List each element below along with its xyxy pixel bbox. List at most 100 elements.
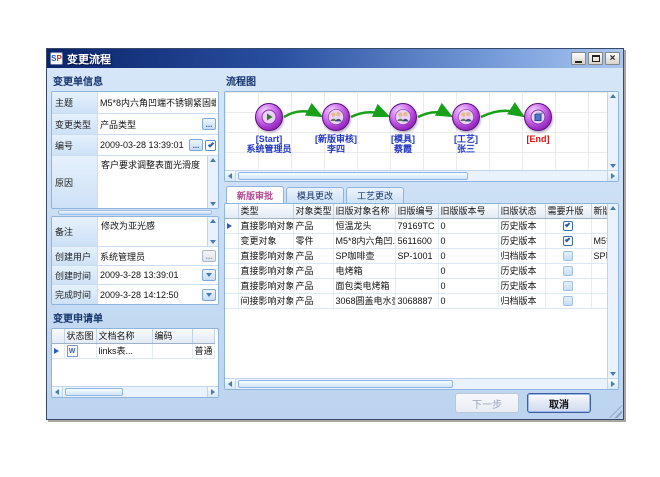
change-type-input[interactable]: 产品类型 xyxy=(100,118,200,131)
cell-old_status: 历史版本 xyxy=(498,218,545,233)
change-info-form-bottom: 备注 修改为亚光感 创建用户 系统管理员 xyxy=(51,216,219,305)
change-type-ellipsis-button[interactable]: ... xyxy=(202,118,216,130)
cell-old_status: 历史版本 xyxy=(498,233,545,248)
reason-textarea[interactable]: 客户要求调整表面光滑度 xyxy=(98,156,205,208)
flow-vscrollbar[interactable] xyxy=(607,92,618,170)
cell-type: 间接影响对象 xyxy=(238,293,293,308)
upgrade-checkbox[interactable] xyxy=(563,266,573,276)
maximize-icon xyxy=(592,55,600,62)
tab-1[interactable]: 模具更改 xyxy=(286,187,344,203)
upgrade-checkbox[interactable] xyxy=(563,251,573,261)
reason-scrollbar[interactable] xyxy=(207,156,218,208)
change-objects-panel: 类型对象类型旧版对象名称旧版编号旧版版本号旧版状态需要升版新版 直接影响对象产品… xyxy=(224,203,619,390)
change-col-0[interactable]: 类型 xyxy=(238,204,293,218)
finish-time-dropdown-button[interactable] xyxy=(202,289,216,301)
flow-header: 流程图 xyxy=(224,71,619,91)
minimize-button[interactable] xyxy=(571,52,586,65)
scrollbar-thumb[interactable] xyxy=(238,172,468,180)
flow-canvas[interactable]: [Start]系统管理员[新版审核]李四[模具]蔡霞[工艺]张三[End] xyxy=(225,92,618,170)
table-row[interactable]: 变更对象零件M5*8内六角凹...56116000历史版本M5*8 xyxy=(225,233,615,248)
scroll-down-icon xyxy=(610,372,616,376)
cell-old_ver: 0 xyxy=(438,233,498,248)
change-col-3[interactable]: 旧版编号 xyxy=(395,204,438,218)
number-checkbox[interactable] xyxy=(205,140,216,151)
change-table-hscrollbar[interactable] xyxy=(225,378,618,389)
upgrade-checkbox[interactable] xyxy=(563,221,573,231)
flow-node-start-0[interactable] xyxy=(255,103,283,131)
upgrade-checkbox[interactable] xyxy=(563,236,573,246)
cell-obj_type: 零件 xyxy=(293,233,333,248)
request-col-extra[interactable] xyxy=(192,329,214,343)
scroll-right-arrow[interactable] xyxy=(607,171,618,181)
cell-old_no: 5611600 xyxy=(395,233,438,248)
cell-obj_type: 产品 xyxy=(293,218,333,233)
cell-obj_type: 产品 xyxy=(293,278,333,293)
change-col-2[interactable]: 旧版对象名称 xyxy=(333,204,395,218)
request-col-docname[interactable]: 文档名称 xyxy=(96,329,152,343)
scroll-up-icon xyxy=(610,94,616,98)
scrollbar-track[interactable] xyxy=(236,379,607,389)
number-input[interactable]: 2009-03-28 13:39:01 xyxy=(100,140,187,150)
flow-node-task-1[interactable] xyxy=(322,103,350,131)
table-row[interactable]: 直接影响对象产品面包类电烤箱0历史版本 xyxy=(225,278,615,293)
table-row[interactable]: 直接影响对象产品SP咖啡壶SP-10010归档版本SP咖 xyxy=(225,248,615,263)
scroll-left-icon xyxy=(228,173,232,179)
tab-2[interactable]: 工艺更改 xyxy=(346,187,404,203)
change-type-label: 变更类型 xyxy=(52,114,98,134)
table-row[interactable]: 直接影响对象产品电烤箱0历史版本 xyxy=(225,263,615,278)
remark-scrollbar[interactable] xyxy=(207,217,218,246)
flow-node-task-2[interactable] xyxy=(389,103,417,131)
end-node-icon xyxy=(530,109,546,125)
cell-type: 直接影响对象 xyxy=(238,218,293,233)
request-col-status[interactable]: 状态图 xyxy=(64,329,96,343)
change-table-vscrollbar[interactable] xyxy=(607,204,618,378)
scrollbar-thumb[interactable] xyxy=(238,380,453,388)
change-table-area: 类型对象类型旧版对象名称旧版编号旧版版本号旧版状态需要升版新版 直接影响对象产品… xyxy=(225,204,618,378)
scroll-down-icon xyxy=(210,240,216,244)
change-col-4[interactable]: 旧版版本号 xyxy=(438,204,498,218)
change-col-5[interactable]: 旧版状态 xyxy=(498,204,545,218)
scroll-right-arrow[interactable] xyxy=(207,387,218,397)
scrollbar-thumb[interactable] xyxy=(65,388,123,396)
subject-input[interactable]: M5*8内六角凹端不锈钢紧固螺钉 xyxy=(100,96,216,109)
close-button[interactable]: × xyxy=(605,52,620,65)
remark-textarea[interactable]: 修改为亚光感 xyxy=(98,217,205,246)
request-col-code[interactable]: 编码 xyxy=(152,329,192,343)
cell-obj_type: 产品 xyxy=(293,293,333,308)
tab-0[interactable]: 新版审批 xyxy=(226,186,284,203)
maximize-button[interactable] xyxy=(588,52,603,65)
flow-hscrollbar[interactable] xyxy=(225,170,618,181)
table-row[interactable]: 间接影响对象产品3068圆盖电水壶30688870归档版本 xyxy=(225,293,615,308)
cell-old_status: 历史版本 xyxy=(498,263,545,278)
scroll-down-icon xyxy=(610,164,616,168)
scroll-left-arrow[interactable] xyxy=(225,379,236,389)
flow-node-end-4[interactable] xyxy=(524,103,552,131)
create-time-dropdown-button[interactable] xyxy=(202,269,216,281)
change-table-body: 直接影响对象产品恒温龙头79169TC0历史版本变更对象零件M5*8内六角凹..… xyxy=(225,218,615,308)
creator-input[interactable]: 系统管理员 xyxy=(100,250,200,263)
scroll-right-arrow[interactable] xyxy=(607,379,618,389)
change-col-6[interactable]: 需要升版 xyxy=(545,204,591,218)
create-time-input[interactable]: 2009-3-28 13:39:01 xyxy=(100,270,200,280)
upgrade-checkbox[interactable] xyxy=(563,281,573,291)
request-table-hscrollbar[interactable] xyxy=(52,386,218,397)
upgrade-checkbox[interactable] xyxy=(563,296,573,306)
creator-ellipsis-button[interactable]: ... xyxy=(202,250,216,262)
cell-type: 变更对象 xyxy=(238,233,293,248)
next-step-button[interactable]: 下一步 xyxy=(455,393,519,413)
change-col-1[interactable]: 对象类型 xyxy=(293,204,333,218)
scroll-left-arrow[interactable] xyxy=(52,387,63,397)
scrollbar-track[interactable] xyxy=(236,171,607,181)
table-row[interactable]: 直接影响对象产品恒温龙头79169TC0历史版本 xyxy=(225,218,615,233)
request-table-row[interactable]: Wlinks表...普通 xyxy=(52,343,214,358)
form-splitter[interactable] xyxy=(51,209,219,216)
request-table-header-row: 状态图 文档名称 编码 xyxy=(52,329,214,343)
cancel-button[interactable]: 取消 xyxy=(527,393,591,413)
finish-time-input[interactable]: 2009-3-28 14:12:50 xyxy=(100,290,200,300)
flow-node-task-3[interactable] xyxy=(452,103,480,131)
cell-obj_type: 产品 xyxy=(293,248,333,263)
scrollbar-track[interactable] xyxy=(63,387,207,397)
titlebar[interactable]: SP 变更流程 × xyxy=(47,49,623,68)
number-ellipsis-button[interactable]: ... xyxy=(189,139,203,151)
scroll-left-arrow[interactable] xyxy=(225,171,236,181)
